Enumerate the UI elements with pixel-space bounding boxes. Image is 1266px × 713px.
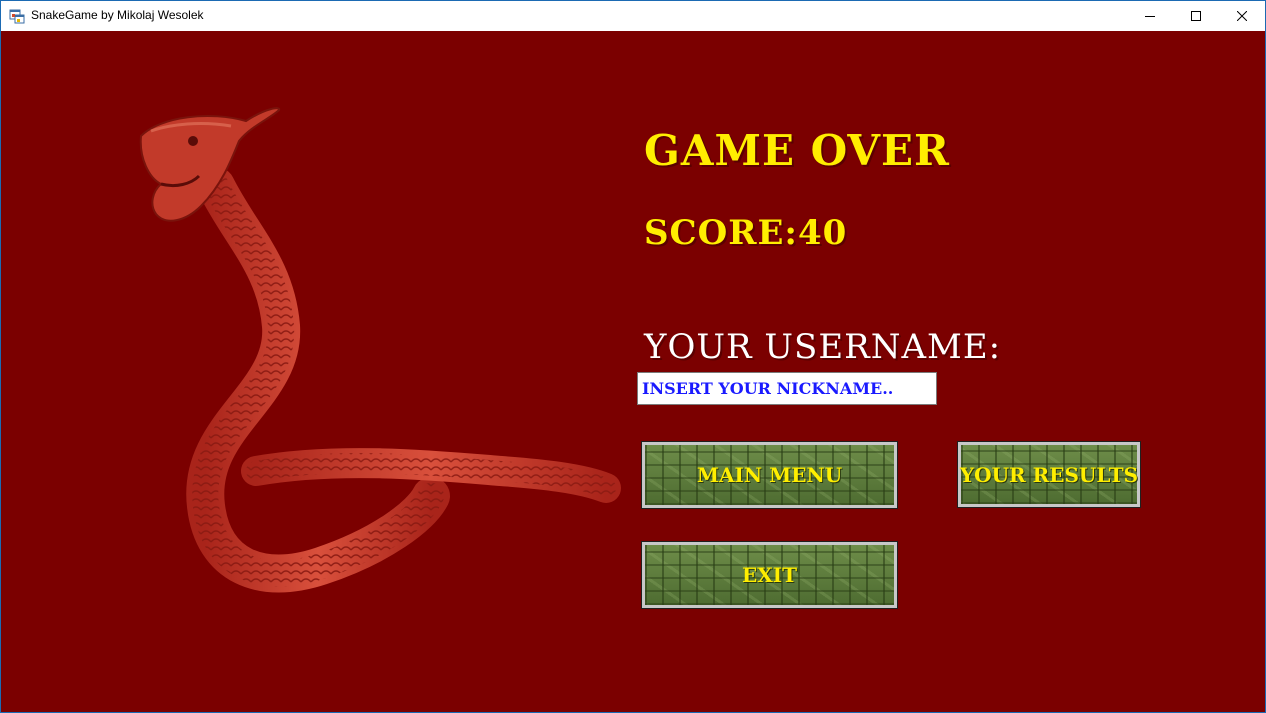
main-menu-button[interactable]: MAIN MENU [641, 441, 898, 509]
exit-label: EXIT [742, 563, 797, 587]
snake-illustration [139, 107, 621, 593]
close-button[interactable] [1219, 1, 1265, 31]
username-label: YOUR USERNAME: [644, 327, 1002, 367]
exit-button[interactable]: EXIT [641, 541, 898, 609]
game-over-screen: GAME OVER SCORE:40 YOUR USERNAME: MAIN M… [1, 31, 1265, 712]
your-results-button[interactable]: YOUR RESULTS [957, 441, 1141, 508]
maximize-icon [1191, 11, 1201, 21]
nickname-input[interactable] [637, 372, 937, 405]
minimize-button[interactable] [1127, 1, 1173, 31]
your-results-label: YOUR RESULTS [959, 462, 1139, 487]
minimize-icon [1145, 16, 1155, 17]
maximize-button[interactable] [1173, 1, 1219, 31]
app-window: SnakeGame by Mikolaj Wesolek GAME OVER S… [0, 0, 1266, 713]
score-label: SCORE:40 [644, 213, 848, 253]
title-bar[interactable]: SnakeGame by Mikolaj Wesolek [1, 1, 1265, 31]
game-over-title: GAME OVER [644, 126, 950, 175]
app-icon [9, 9, 25, 24]
close-icon [1237, 11, 1247, 21]
window-title: SnakeGame by Mikolaj Wesolek [31, 8, 204, 22]
main-menu-label: MAIN MENU [696, 463, 843, 487]
